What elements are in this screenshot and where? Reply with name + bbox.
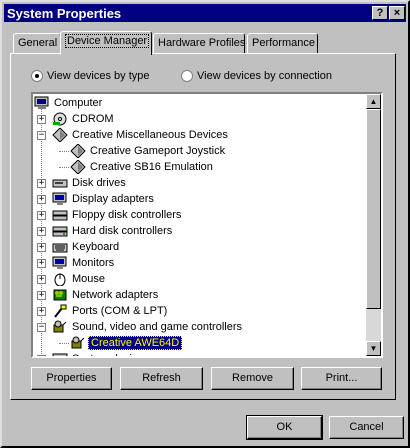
tree-child-item[interactable]: Creative AWE64D: [70, 335, 183, 351]
tree-item-label: Floppy disk controllers: [72, 209, 182, 222]
scroll-up-button[interactable]: ▲: [366, 94, 381, 109]
tree-item-label: Creative AWE64D: [88, 336, 183, 351]
expand-toggle[interactable]: +: [37, 179, 46, 188]
ports-icon: [52, 304, 68, 318]
tree-item-label: Keyboard: [72, 241, 120, 254]
refresh-button[interactable]: Refresh: [120, 367, 203, 390]
collapse-toggle[interactable]: −: [37, 131, 46, 140]
scroll-thumb[interactable]: [366, 109, 381, 309]
tab-device-manager[interactable]: Device Manager: [60, 31, 152, 55]
tree-item-label: Mouse: [72, 273, 106, 286]
expand-toggle[interactable]: +: [37, 355, 46, 356]
remove-button[interactable]: Remove: [211, 367, 294, 390]
tree-child-item[interactable]: Creative Gameport Joystick: [70, 143, 227, 159]
misc-device-icon: [70, 160, 86, 175]
tree-category-item[interactable]: Mouse: [52, 271, 107, 287]
expand-toggle[interactable]: +: [37, 307, 46, 316]
tree-item-label: Sound, video and game controllers: [72, 321, 242, 334]
tab-hardware-profiles[interactable]: Hardware Profiles: [153, 33, 245, 53]
collapse-toggle[interactable]: −: [37, 323, 46, 332]
tree-root-computer[interactable]: Computer: [34, 95, 104, 111]
tree-item-label: Ports (COM & LPT): [72, 305, 168, 318]
expand-toggle[interactable]: +: [37, 227, 46, 236]
tree-category-item[interactable]: Sound, video and game controllers: [52, 319, 244, 335]
device-tree[interactable]: Computer CDROM + Creative Miscellaneous De…: [31, 92, 383, 358]
expand-toggle[interactable]: +: [37, 243, 46, 252]
system-devices-icon: [52, 352, 68, 356]
cancel-button[interactable]: Cancel: [329, 416, 404, 439]
tree-item-label: Hard disk controllers: [72, 225, 173, 238]
network-adapter-icon: [52, 288, 68, 302]
window-title: System Properties: [7, 6, 122, 21]
ok-button[interactable]: OK: [246, 415, 323, 440]
device-tree-list: Computer CDROM + Creative Miscellaneous De…: [33, 94, 366, 356]
tree-item-label: Monitors: [72, 257, 115, 270]
tree-category-item[interactable]: Ports (COM & LPT): [52, 303, 169, 319]
tree-item-label: CDROM: [72, 113, 114, 126]
expand-toggle[interactable]: +: [37, 115, 46, 124]
title-bar: System Properties ? ×: [4, 4, 406, 22]
cdrom-icon: [52, 112, 68, 126]
tree-category-item[interactable]: System devices: [52, 351, 151, 356]
expand-toggle[interactable]: +: [37, 195, 46, 204]
properties-button[interactable]: Properties: [31, 367, 112, 390]
tree-scrollbar[interactable]: ▲ ▼: [366, 94, 381, 356]
tree-category-item[interactable]: Hard disk controllers: [52, 223, 174, 239]
tree-item-label: Disk drives: [72, 177, 126, 190]
tab-general[interactable]: General: [13, 33, 61, 53]
computer-icon: [34, 96, 50, 110]
tree-item-label: System devices: [70, 353, 151, 356]
close-button[interactable]: ×: [389, 6, 405, 20]
tree-child-item[interactable]: Creative SB16 Emulation: [70, 159, 215, 175]
expand-toggle[interactable]: +: [37, 259, 46, 268]
tree-item-label: Display adapters: [72, 193, 154, 206]
tree-category-item[interactable]: Disk drives: [52, 175, 128, 191]
scroll-down-button[interactable]: ▼: [366, 341, 381, 356]
sound-icon: [70, 336, 86, 350]
tree-category-item[interactable]: Creative Miscellaneous Devices: [52, 127, 230, 143]
tree-category-item[interactable]: Floppy disk controllers: [52, 207, 183, 223]
tree-category-item[interactable]: Monitors: [52, 255, 116, 271]
misc-device-icon: [52, 128, 68, 143]
tree-item-label: Creative Gameport Joystick: [90, 145, 226, 158]
print-button[interactable]: Print...: [301, 367, 382, 390]
system-properties-window: System Properties ? × General Device Man…: [0, 0, 410, 448]
tree-item-label: Network adapters: [72, 289, 159, 302]
expand-toggle[interactable]: +: [37, 275, 46, 284]
keyboard-icon: [52, 240, 68, 254]
mouse-icon: [52, 272, 68, 287]
tree-category-item[interactable]: Keyboard: [52, 239, 121, 255]
misc-device-icon: [70, 144, 86, 159]
display-adapter-icon: [52, 192, 68, 206]
help-button[interactable]: ?: [372, 6, 388, 20]
tree-item-label: Creative Miscellaneous Devices: [72, 129, 228, 142]
tab-performance[interactable]: Performance: [247, 33, 318, 53]
sound-icon: [52, 320, 68, 334]
monitor-icon: [52, 256, 68, 270]
expand-toggle[interactable]: +: [37, 291, 46, 300]
tree-item-label: Creative SB16 Emulation: [90, 161, 213, 174]
tree-category-item[interactable]: CDROM: [52, 111, 116, 127]
tree-category-item[interactable]: Network adapters: [52, 287, 160, 303]
hard-disk-controller-icon: [52, 224, 68, 238]
tree-category-item[interactable]: Display adapters: [52, 191, 156, 207]
floppy-controller-icon: [52, 208, 68, 222]
expand-toggle[interactable]: +: [37, 211, 46, 220]
disk-drive-icon: [52, 176, 68, 190]
